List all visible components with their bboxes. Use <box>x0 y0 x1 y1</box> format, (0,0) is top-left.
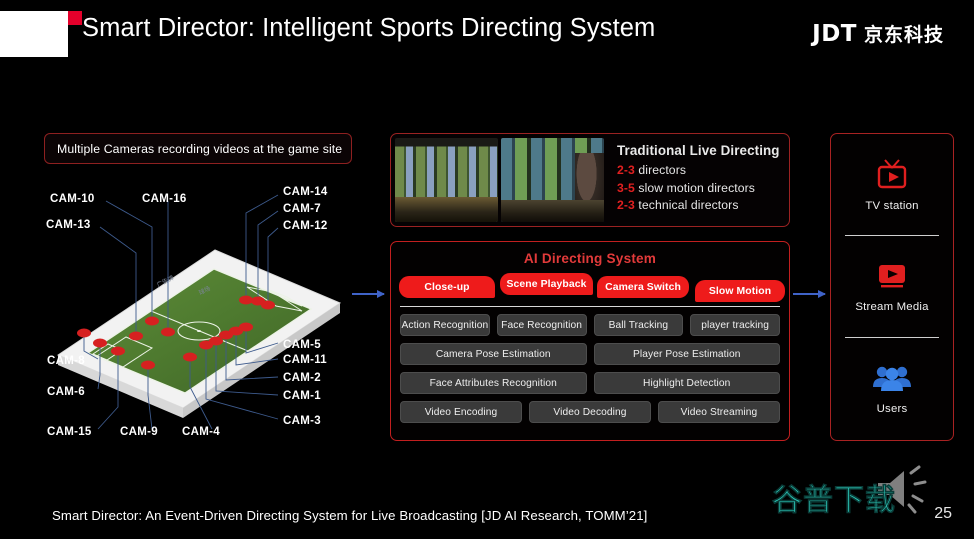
arrow-field-to-ai <box>352 289 385 298</box>
cameras-caption: Multiple Cameras recording videos at the… <box>44 133 352 164</box>
camera-label-cam-8: CAM-8 <box>47 355 85 367</box>
traditional-role-name: technical directors <box>634 198 739 212</box>
slide-root: Smart Director: Intelligent Sports Direc… <box>0 0 974 539</box>
ai-system-heading: AI Directing System <box>523 251 657 266</box>
header-white-block <box>0 11 68 57</box>
ai-task-pill-camera-switch[interactable]: Camera Switch <box>597 276 689 298</box>
camera-label-cam-1: CAM-1 <box>283 390 321 402</box>
ai-module-highlight-detection[interactable]: Highlight Detection <box>593 372 780 394</box>
camera-label-cam-12: CAM-12 <box>283 220 328 232</box>
traditional-role-name: slow motion directors <box>634 180 755 195</box>
camera-label-cam-5: CAM-5 <box>283 339 321 351</box>
output-stream-media[interactable]: Stream Media <box>831 236 953 338</box>
stadium-svg: 广告牌 球场 <box>56 194 342 430</box>
traditional-role-list: 2-3 directors 3-5 slow motion directors 2-… <box>617 162 785 215</box>
output-users-label: Users <box>876 402 908 415</box>
camera-label-cam-10: CAM-10 <box>50 193 95 205</box>
ai-task-pill-row: Close-up Scene Playback Camera Switch Slow … <box>399 272 785 304</box>
camera-label-cam-6: CAM-6 <box>47 386 85 398</box>
arrow-ai-to-outputs <box>793 289 826 298</box>
traditional-role-count: 3-5 <box>617 180 635 195</box>
traditional-role-item: 2-3 technical directors <box>617 197 785 215</box>
ai-module-action-recognition[interactable]: Action Recognition <box>400 314 490 336</box>
ai-divider <box>400 306 780 307</box>
ai-module-ball-tracking[interactable]: Ball Tracking <box>593 314 684 336</box>
ai-module-rows: Action Recognition Face Recognition Ball T… <box>391 314 789 423</box>
traditional-role-item: 3-5 slow motion directors <box>617 180 785 198</box>
ai-module-row: Face Attributes Recognition Highlight Det… <box>400 372 780 394</box>
ai-module-video-decoding[interactable]: Video Decoding <box>529 401 651 423</box>
traditional-heading: Traditional Live Directing <box>617 143 780 158</box>
stream-media-icon <box>879 264 905 288</box>
traditional-role-count: 2-3 <box>617 163 635 177</box>
brand-logo-chinese: 京东科技 <box>863 25 944 46</box>
control-room-photo-2 <box>501 138 604 222</box>
ai-module-face-recognition[interactable]: Face Recognition <box>496 314 587 336</box>
ai-task-pill-close-up[interactable]: Close-up <box>399 276 495 298</box>
ai-module-row: Action Recognition Face Recognition Ball T… <box>400 314 780 336</box>
camera-label-cam-7: CAM-7 <box>283 203 321 215</box>
ai-module-camera-pose-estimation[interactable]: Camera Pose Estimation <box>400 343 587 365</box>
traditional-live-directing-panel: Traditional Live Directing 2-3 directors… <box>390 133 790 227</box>
camera-label-cam-15: CAM-15 <box>47 426 92 438</box>
output-users[interactable]: Users <box>831 338 953 440</box>
control-room-photo-1 <box>395 138 498 222</box>
camera-label-cam-13: CAM-13 <box>46 219 91 231</box>
traditional-role-name: directors <box>634 163 687 177</box>
ai-module-face-attributes-recognition[interactable]: Face Attributes Recognition <box>400 372 587 394</box>
camera-label-cam-14: CAM-14 <box>283 186 328 198</box>
ai-task-pill-scene-playback[interactable]: Scene Playback <box>500 273 593 295</box>
ai-module-player-pose-estimation[interactable]: Player Pose Estimation <box>593 343 780 365</box>
slide-header: Smart Director: Intelligent Sports Direc… <box>0 0 974 66</box>
ai-module-video-encoding[interactable]: Video Encoding <box>400 401 522 423</box>
tv-icon <box>877 159 907 189</box>
watermark: 谷普下载 25 <box>764 465 954 531</box>
camera-label-cam-2: CAM-2 <box>283 372 321 384</box>
camera-label-cam-16: CAM-16 <box>142 193 187 205</box>
output-tv-station[interactable]: TV station <box>831 134 953 236</box>
camera-label-cam-4: CAM-4 <box>182 426 220 438</box>
page-title: Smart Director: Intelligent Sports Direc… <box>82 14 656 42</box>
ai-module-row: Camera Pose Estimation Player Pose Estima… <box>400 343 780 365</box>
output-stream-media-label: Stream Media <box>855 300 929 313</box>
output-tv-station-label: TV station <box>865 199 919 212</box>
ai-module-player-tracking[interactable]: player tracking <box>690 314 780 336</box>
ai-module-row: Video Encoding Video Decoding Video Stream… <box>400 401 780 423</box>
watermark-text: 谷普下载 <box>772 484 896 518</box>
ai-module-video-streaming[interactable]: Video Streaming <box>658 401 780 423</box>
camera-label-cam-9: CAM-9 <box>120 426 158 438</box>
footer-citation: Smart Director: An Event-Driven Directin… <box>52 508 648 523</box>
brand-logo-latin: JDT <box>812 21 857 47</box>
traditional-role-item: 2-3 directors <box>617 162 785 180</box>
traditional-text-block: Traditional Live Directing 2-3 directors… <box>607 138 785 222</box>
traditional-role-count: 2-3 <box>617 198 635 212</box>
cameras-caption-text: Multiple Cameras recording videos at the… <box>57 141 343 156</box>
camera-label-cam-11: CAM-11 <box>283 354 327 366</box>
output-channels-panel: TV station Stream Media Users <box>830 133 954 441</box>
ai-directing-system-panel: AI Directing System Close-up Scene Playba… <box>390 241 790 441</box>
camera-label-cam-3: CAM-3 <box>283 415 321 427</box>
page-number: 25 <box>934 505 952 522</box>
brand-logo: JDT 京东科技 <box>812 20 944 47</box>
stadium-camera-diagram: 广告牌 球场 CAM-10 CAM-16 CAM-14 CAM-7 CAM-12… <box>40 175 370 455</box>
ai-task-pill-slow-motion[interactable]: Slow Motion <box>695 280 785 302</box>
users-icon <box>873 366 911 391</box>
header-red-square-icon <box>68 11 82 25</box>
